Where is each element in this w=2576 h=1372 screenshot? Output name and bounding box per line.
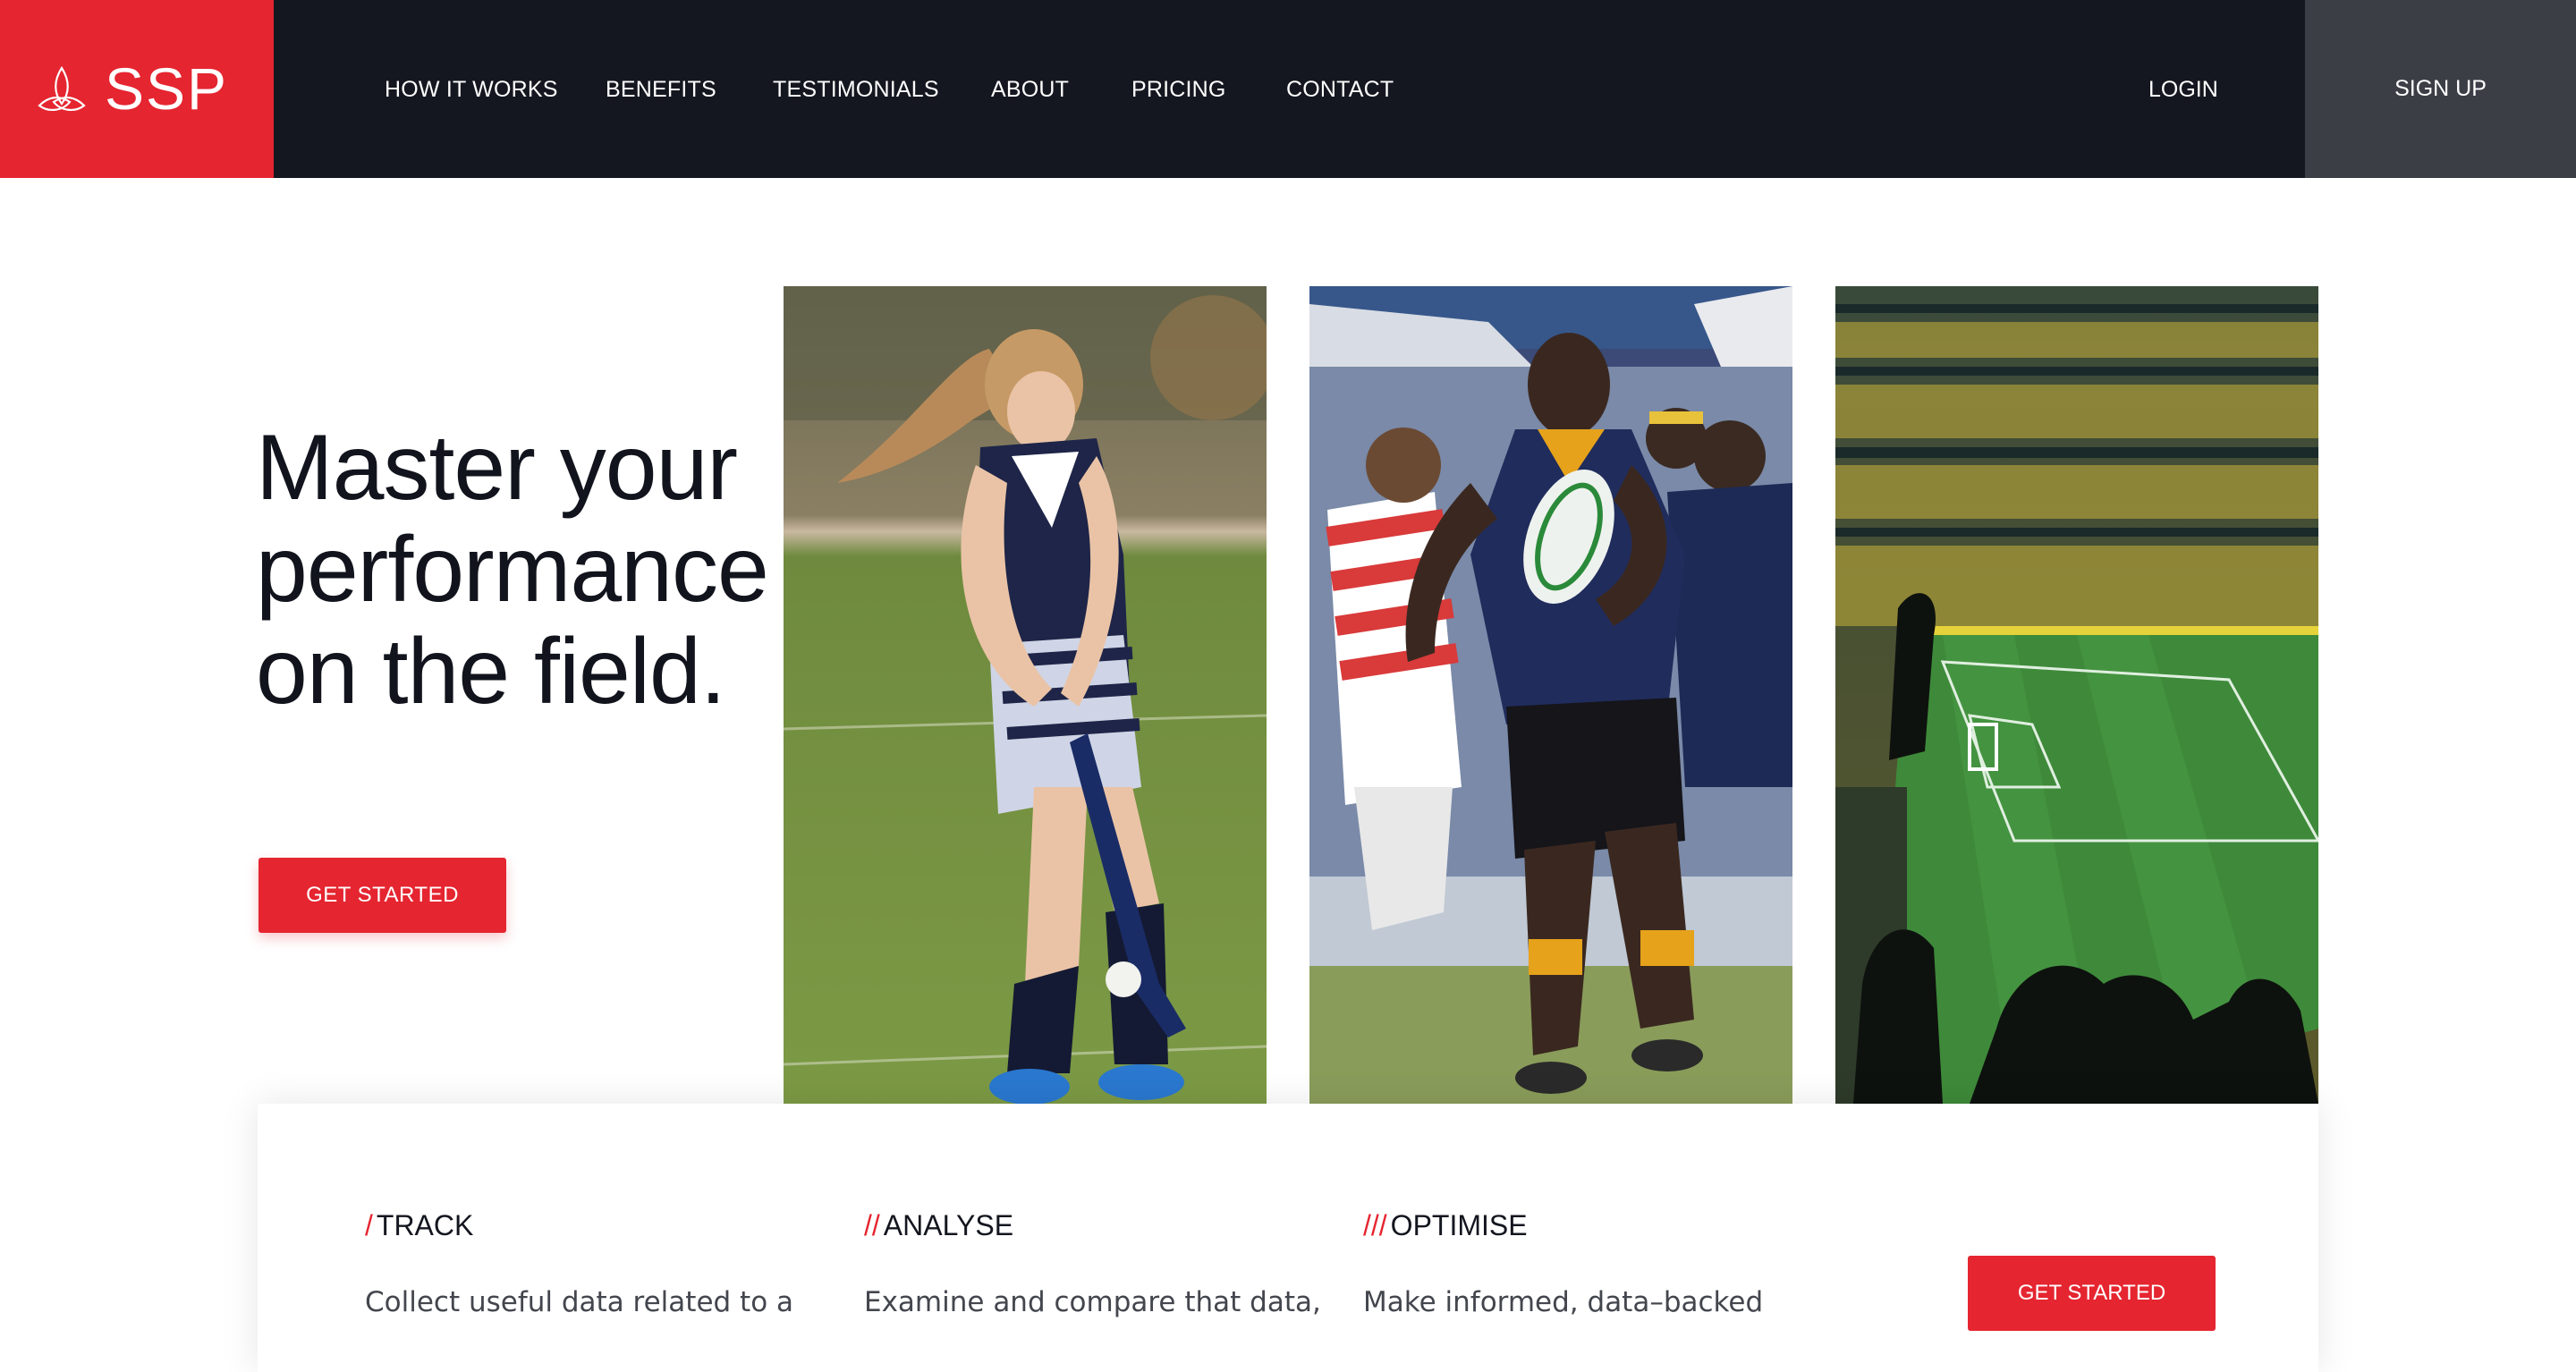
feature-description: Collect useful data related to a [365,1286,794,1318]
hero-title-line: on the field. [256,620,726,724]
login-link[interactable]: LOGIN [2148,75,2218,104]
feature-analyse: //ANALYSE Examine and compare that data, [864,1207,1321,1320]
brand-logo[interactable]: SSP [0,0,274,178]
hero-title-line: Master your [256,416,738,520]
feature-optimise: ///OPTIMISE Make informed, data–backed [1363,1207,1763,1320]
signup-button[interactable]: SIGN UP [2305,0,2576,178]
nav-about[interactable]: ABOUT [991,75,1069,104]
brand-name: SSP [105,55,229,122]
hero-title: Master your performance on the field. [256,416,769,724]
feature-title: //ANALYSE [864,1207,1321,1243]
feature-title-text: TRACK [376,1209,474,1241]
feature-title: ///OPTIMISE [1363,1207,1763,1243]
nav-benefits[interactable]: BENEFITS [606,75,716,104]
feature-description: Make informed, data–backed [1363,1286,1764,1318]
nav-how-it-works[interactable]: HOW IT WORKS [385,75,558,104]
hero-title-line: performance [256,518,769,622]
feature-slashes: /// [1363,1209,1387,1241]
nav-testimonials[interactable]: TESTIMONIALS [773,75,939,104]
feature-description: Examine and compare that data, [864,1286,1321,1318]
hero-get-started-button[interactable]: GET STARTED [258,858,506,933]
feature-slashes: / [365,1209,373,1241]
features-get-started-button[interactable]: GET STARTED [1968,1256,2216,1331]
feature-slashes: // [864,1209,880,1241]
features-card: / TRACK Collect useful data related to a … [258,1104,2318,1372]
nav-pricing[interactable]: PRICING [1131,75,1226,104]
top-navbar: SSP HOW IT WORKS BENEFITS TESTIMONIALS A… [0,0,2576,178]
feature-title: / TRACK [365,1207,793,1243]
feature-title-text: ANALYSE [883,1209,1014,1241]
feature-track: / TRACK Collect useful data related to a [365,1207,793,1320]
feature-title-text: OPTIMISE [1390,1209,1528,1241]
nav-contact[interactable]: CONTACT [1286,75,1394,104]
triquetra-icon [38,65,86,111]
rugby-players-photo [1309,286,1792,1104]
hockey-player-photo [784,286,1267,1104]
stadium-photo [1835,286,2318,1104]
